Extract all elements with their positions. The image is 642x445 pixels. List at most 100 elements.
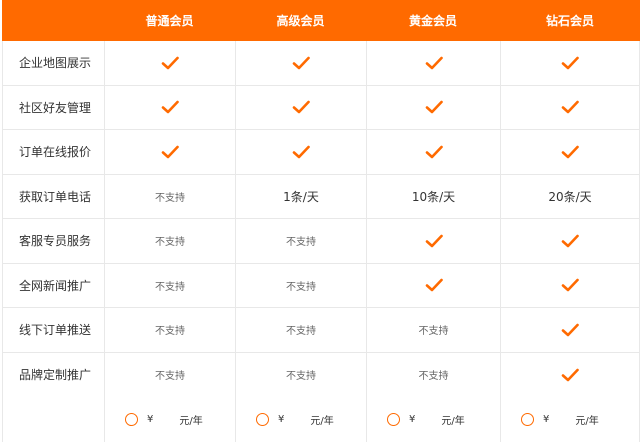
plan-cell [500,41,640,85]
checkmark-icon [425,145,443,159]
price-unit: 元/年 [575,415,599,427]
not-supported-text: 不支持 [286,326,316,338]
not-supported-text: 不支持 [155,192,185,204]
checkmark-icon [161,145,179,159]
table-row: 企业地图展示 [2,41,640,86]
plan-header-gold: 黄金会员 [408,14,457,28]
table-header-row: 普通会员 高级会员 黄金会员 钻石会员 [2,0,640,41]
plan-cell: 10条/天 [366,174,500,218]
price-label-cell [2,397,104,442]
not-supported-text: 不支持 [418,371,449,383]
plan-cell [366,130,500,174]
plan-header-advanced: 高级会员 [276,14,325,28]
not-supported-text: 不支持 [155,326,185,338]
feature-label: 订单在线报价 [2,130,104,174]
price-option[interactable]: ¥ 元/年 [235,397,366,442]
feature-label: 企业地图展示 [2,41,104,85]
header-empty-cell [2,0,104,41]
checkmark-icon [161,100,179,114]
checkmark-icon [425,56,443,70]
currency-symbol: ¥ [409,413,416,425]
plan-cell [500,352,640,397]
not-supported-text: 不支持 [418,326,449,338]
not-supported-text: 不支持 [155,281,185,293]
table-row: 获取订单电话 不支持 1条/天 10条/天 20条/天 [2,174,640,219]
price-option[interactable]: ¥ 元/年 [366,397,500,442]
plan-cell [366,85,500,129]
radio-icon[interactable] [125,412,138,426]
checkmark-icon [561,100,579,114]
feature-label: 客服专员服务 [2,219,104,263]
feature-label: 社区好友管理 [2,85,104,129]
plan-cell: 不支持 [235,263,366,307]
feature-label: 品牌定制推广 [2,352,104,397]
price-unit: 元/年 [310,415,334,427]
plan-cell: 不支持 [235,219,366,263]
plan-cell [235,41,366,85]
table-body: 企业地图展示 社区好友管理 订单在线报价 获取订单电话 不支持 1条/天 10条/天 20条/… [2,41,640,397]
radio-icon[interactable] [256,412,269,426]
plan-cell [500,219,640,263]
quota-text: 20条/天 [548,189,592,204]
radio-icon[interactable] [521,412,534,426]
table-row: 线下订单推送 不支持 不支持 不支持 [2,308,640,353]
plan-cell [366,41,500,85]
plan-cell: 不支持 [104,308,235,352]
checkmark-icon [292,56,310,70]
plan-header-diamond: 钻石会员 [545,14,594,28]
not-supported-text: 不支持 [286,237,316,249]
plan-cell [235,130,366,174]
price-unit: 元/年 [441,415,465,427]
not-supported-text: 不支持 [155,371,185,383]
currency-symbol: ¥ [147,413,154,425]
checkmark-icon [292,145,310,159]
not-supported-text: 不支持 [286,371,316,383]
not-supported-text: 不支持 [286,281,316,293]
plan-header-basic: 普通会员 [145,14,194,28]
radio-icon[interactable] [387,412,400,426]
checkmark-icon [561,56,579,70]
checkmark-icon [561,234,579,248]
plan-cell: 1条/天 [235,174,366,218]
checkmark-icon [425,278,443,292]
table-row: 全网新闻推广 不支持 不支持 [2,263,640,308]
plan-cell [366,219,500,263]
plan-cell [366,263,500,307]
price-row: ¥ 元/年 ¥ 元/年 ¥ 元/年 ¥ 元/年 [2,397,640,442]
not-supported-text: 不支持 [155,237,185,249]
feature-label: 全网新闻推广 [2,263,104,307]
plan-cell [104,85,235,129]
plan-cell: 不支持 [104,263,235,307]
plan-cell: 不支持 [366,352,500,397]
plan-cell: 不支持 [104,174,235,218]
checkmark-icon [425,234,443,248]
plan-cell: 不支持 [104,352,235,397]
plan-cell: 不支持 [235,352,366,397]
table-row: 品牌定制推广 不支持 不支持 不支持 [2,352,640,397]
plan-cell [500,85,640,129]
checkmark-icon [561,278,579,292]
feature-label: 获取订单电话 [2,174,104,218]
plan-cell [235,85,366,129]
quota-text: 10条/天 [411,189,456,204]
price-unit: 元/年 [179,415,203,427]
price-option[interactable]: ¥ 元/年 [500,397,640,442]
currency-symbol: ¥ [278,413,285,425]
plan-cell: 不支持 [104,219,235,263]
quota-text: 1条/天 [283,189,319,204]
price-option[interactable]: ¥ 元/年 [104,397,235,442]
checkmark-icon [561,368,579,382]
plan-cell: 20条/天 [500,174,640,218]
checkmark-icon [561,323,579,337]
table-row: 社区好友管理 [2,85,640,130]
plan-cell [500,130,640,174]
checkmark-icon [561,145,579,159]
plan-cell [104,41,235,85]
currency-symbol: ¥ [543,413,550,425]
plan-cell [104,130,235,174]
plan-cell: 不支持 [366,308,500,352]
membership-comparison-table: 普通会员 高级会员 黄金会员 钻石会员 企业地图展示 社区好友管理 订单在线报价 获取… [2,0,640,442]
checkmark-icon [161,56,179,70]
checkmark-icon [292,100,310,114]
plan-cell [500,263,640,307]
